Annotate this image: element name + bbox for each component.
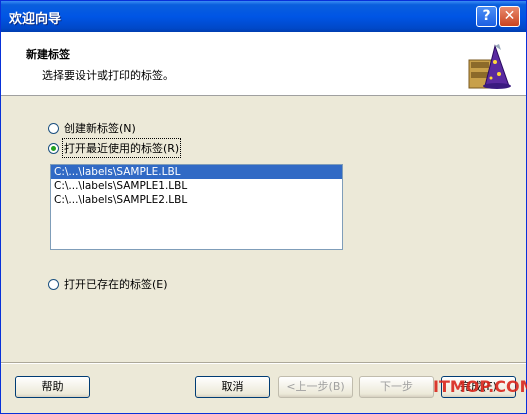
radio-new-label-text: 创建新标签(N) — [64, 122, 136, 135]
header-subtitle: 选择要设计或打印的标签。 — [42, 69, 174, 82]
wizard-window: 欢迎向导 ? ✕ 新建标签 选择要设计或打印的标签。 创建新标签(N) 打开最近… — [0, 0, 527, 414]
radio-new-label-circle[interactable] — [48, 122, 59, 134]
close-icon[interactable]: ✕ — [499, 6, 520, 27]
footer-divider — [1, 362, 526, 364]
recent-files-list[interactable]: C:\...\labels\SAMPLE.LBL C:\...\labels\S… — [50, 164, 343, 250]
radio-existing-label[interactable]: 打开已存在的标签(E) — [48, 276, 168, 292]
list-item[interactable]: C:\...\labels\SAMPLE.LBL — [51, 165, 342, 179]
help-icon[interactable]: ? — [476, 6, 497, 27]
radio-recent-label-text: 打开最近使用的标签(R) — [61, 138, 182, 158]
title-bar[interactable]: 欢迎向导 ? ✕ — [1, 1, 526, 32]
wizard-header: 新建标签 选择要设计或打印的标签。 — [1, 32, 526, 96]
back-button[interactable]: <上一步(B) — [278, 376, 353, 398]
window-title: 欢迎向导 — [9, 12, 62, 27]
wizard-hat-icon — [468, 44, 511, 89]
header-title: 新建标签 — [26, 48, 70, 61]
radio-existing-label-circle[interactable] — [48, 278, 59, 290]
radio-existing-label-text: 打开已存在的标签(E) — [64, 278, 168, 291]
cancel-button[interactable]: 取消 — [195, 376, 270, 398]
help-button[interactable]: 帮助 — [15, 376, 90, 398]
next-button[interactable]: 下一步 — [359, 376, 434, 398]
radio-new-label[interactable]: 创建新标签(N) — [48, 120, 136, 136]
radio-recent-label-circle[interactable] — [48, 142, 59, 154]
radio-recent-label[interactable]: 打开最近使用的标签(R) — [48, 138, 182, 158]
list-item[interactable]: C:\...\labels\SAMPLE2.LBL — [51, 193, 342, 207]
site-watermark: ITMOP.COM — [433, 377, 527, 396]
list-item[interactable]: C:\...\labels\SAMPLE1.LBL — [51, 179, 342, 193]
